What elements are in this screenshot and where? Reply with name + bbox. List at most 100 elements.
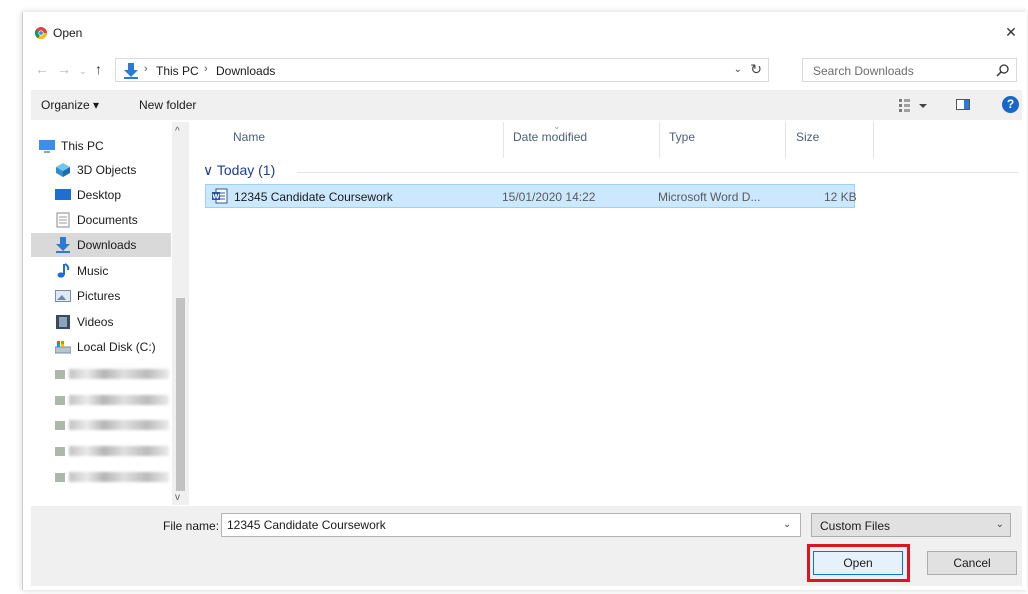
- computer-icon: [39, 140, 55, 153]
- sidebar-item-this-pc[interactable]: This PC: [31, 134, 171, 158]
- command-bar: Organize ▾ New folder ?: [31, 90, 1022, 120]
- redacted-drive-icon: [55, 447, 65, 456]
- column-divider[interactable]: [659, 122, 660, 158]
- cube-icon: [56, 163, 70, 177]
- sidebar-item-label: Desktop: [77, 188, 122, 202]
- sidebar-item-label: Local Disk (C:): [77, 340, 156, 354]
- sidebar-item-videos[interactable]: Videos: [31, 310, 171, 334]
- redacted-label: [69, 446, 169, 456]
- file-type-filter-select[interactable]: Custom Files ⌄: [811, 513, 1011, 537]
- file-type-filter-value: Custom Files: [820, 519, 891, 533]
- new-folder-button[interactable]: New folder: [139, 98, 196, 112]
- preview-pane-icon[interactable]: [956, 99, 970, 110]
- sidebar-item-pictures[interactable]: Pictures: [31, 284, 171, 308]
- dialog-footer: File name: ⌄ Custom Files ⌄ Open Cancel: [31, 506, 1022, 586]
- redacted-label: [69, 472, 169, 482]
- desktop-icon: [55, 189, 71, 200]
- help-icon[interactable]: ?: [1002, 96, 1019, 113]
- up-arrow-icon[interactable]: ↑: [95, 62, 102, 76]
- sidebar-item-label: This PC: [61, 139, 104, 153]
- scrollbar-thumb[interactable]: [176, 298, 185, 491]
- breadcrumb-downloads[interactable]: Downloads: [216, 64, 275, 78]
- recent-locations-chevron-icon[interactable]: ⌄: [79, 64, 87, 78]
- document-icon: [56, 212, 70, 228]
- sidebar-item-label: Documents: [77, 213, 138, 227]
- address-dropdown-chevron-icon[interactable]: ⌄: [734, 64, 742, 75]
- open-button-highlight: [807, 544, 910, 582]
- sidebar-item-label: Pictures: [77, 289, 121, 303]
- group-header-today[interactable]: ∨ Today (1): [203, 162, 275, 179]
- redacted-drive-icon: [55, 473, 65, 482]
- column-header-name[interactable]: Name: [233, 130, 265, 144]
- redacted-location[interactable]: [55, 471, 169, 483]
- group-divider: [297, 172, 1019, 173]
- scroll-down-arrow-icon[interactable]: v: [175, 492, 180, 503]
- file-name-cell: 12345 Candidate Coursework: [234, 190, 393, 204]
- redacted-drive-icon: [55, 396, 65, 405]
- file-size-cell: 12 KB: [824, 190, 857, 204]
- svg-text:W: W: [212, 193, 219, 201]
- sidebar-item-desktop[interactable]: Desktop: [31, 183, 171, 207]
- column-header-type[interactable]: Type: [669, 130, 695, 144]
- column-divider[interactable]: [785, 122, 786, 158]
- title-bar: Open ✕: [23, 12, 1027, 52]
- redacted-drive-icon: [55, 421, 65, 430]
- sidebar-item-label: Videos: [77, 315, 114, 329]
- download-arrow-icon: [56, 237, 70, 253]
- file-name-dropdown-chevron-icon[interactable]: ⌄: [783, 519, 791, 530]
- redacted-label: [69, 395, 169, 405]
- redacted-location[interactable]: [55, 445, 169, 457]
- open-file-dialog: Open ✕ ← → ⌄ ↑ › This PC › Downloads ⌄ ↻…: [22, 12, 1027, 590]
- sidebar-item-3d-objects[interactable]: 3D Objects: [31, 158, 171, 182]
- redacted-location[interactable]: [55, 419, 169, 431]
- sidebar-item-documents[interactable]: Documents: [31, 208, 171, 232]
- word-document-icon: W: [212, 188, 228, 204]
- file-type-cell: Microsoft Word D...: [658, 190, 761, 204]
- navigation-pane: This PC 3D Objects Desktop Documents Dow…: [31, 122, 189, 505]
- redacted-label: [69, 369, 169, 379]
- download-arrow-icon: [124, 63, 138, 79]
- drive-icon: [55, 341, 71, 354]
- breadcrumb-this-pc[interactable]: This PC: [156, 64, 199, 78]
- film-icon: [56, 315, 70, 329]
- file-name-input[interactable]: [221, 513, 801, 537]
- music-note-icon: [57, 263, 70, 278]
- cancel-button[interactable]: Cancel: [927, 551, 1017, 575]
- search-placeholder: Search Downloads: [813, 64, 914, 78]
- breadcrumb-separator-icon: ›: [144, 63, 148, 75]
- address-row: ← → ⌄ ↑ › This PC › Downloads ⌄ ↻ Search…: [23, 56, 1027, 84]
- navigation-scrollbar[interactable]: ^ v: [172, 122, 189, 505]
- close-icon[interactable]: ✕: [1003, 24, 1019, 40]
- breadcrumb-separator-icon: ›: [204, 63, 208, 75]
- search-icon[interactable]: [996, 63, 1010, 77]
- sidebar-item-label: Music: [77, 264, 109, 278]
- filter-dropdown-chevron-icon[interactable]: ⌄: [996, 519, 1004, 530]
- change-view-icon[interactable]: [899, 98, 939, 112]
- group-label: Today (1): [216, 162, 276, 178]
- refresh-icon[interactable]: ↻: [750, 61, 762, 78]
- column-divider[interactable]: [503, 122, 504, 158]
- back-arrow-icon[interactable]: ←: [35, 62, 49, 76]
- sidebar-item-label: Downloads: [77, 238, 137, 252]
- sidebar-item-music[interactable]: Music: [31, 259, 171, 283]
- column-divider[interactable]: [873, 122, 874, 158]
- sidebar-item-downloads[interactable]: Downloads: [31, 233, 171, 257]
- redacted-drive-icon: [55, 370, 65, 379]
- redacted-label: [69, 420, 169, 430]
- redacted-location[interactable]: [55, 394, 169, 406]
- column-header-size[interactable]: Size: [796, 130, 819, 144]
- forward-arrow-icon[interactable]: →: [57, 62, 71, 76]
- file-name-label: File name:: [163, 519, 220, 533]
- sidebar-item-local-disk[interactable]: Local Disk (C:): [31, 335, 171, 359]
- chrome-app-icon: [35, 27, 47, 39]
- table-row[interactable]: W 12345 Candidate Coursework 15/01/2020 …: [205, 184, 857, 208]
- scroll-up-arrow-icon[interactable]: ^: [175, 126, 180, 137]
- picture-icon: [55, 290, 71, 302]
- group-collapse-chevron-icon[interactable]: ∨: [203, 162, 213, 178]
- redacted-location[interactable]: [55, 368, 169, 380]
- organize-menu-button[interactable]: Organize ▾: [41, 98, 99, 112]
- search-box[interactable]: Search Downloads: [802, 58, 1017, 82]
- sidebar-item-label: 3D Objects: [77, 163, 137, 177]
- column-header-date-modified[interactable]: Date modified: [513, 130, 587, 144]
- address-bar[interactable]: › This PC › Downloads ⌄ ↻: [115, 58, 769, 82]
